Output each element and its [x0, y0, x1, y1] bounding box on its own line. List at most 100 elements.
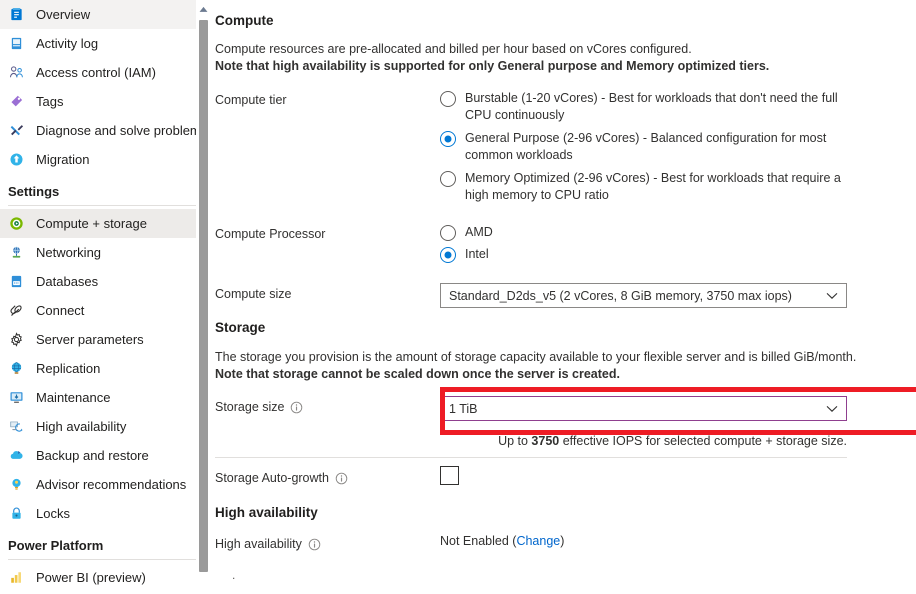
compute-tier-label-text: Compute tier — [215, 93, 287, 107]
sidebar-item-label: Power BI (preview) — [36, 569, 146, 585]
section-divider — [215, 457, 847, 458]
sidebar-item-label: Backup and restore — [36, 447, 149, 463]
sidebar-item-tags[interactable]: Tags — [0, 87, 210, 116]
high-availability-field-label: High availability — [215, 537, 321, 551]
storage-description-line1: The storage you provision is the amount … — [215, 350, 857, 364]
radio-processor-intel[interactable]: Intel — [440, 246, 489, 263]
iops-note-value: 3750 — [531, 434, 560, 448]
sidebar-item-migration[interactable]: Migration — [0, 145, 210, 174]
radio-label: General Purpose (2-96 vCores) - Balanced… — [465, 131, 827, 162]
sidebar-item-label: Maintenance — [36, 389, 111, 405]
chevron-down-icon — [826, 292, 838, 300]
sidebar-item-power-bi[interactable]: Power BI (preview) — [0, 563, 210, 592]
sidebar-item-label: Advisor recommendations — [36, 476, 187, 492]
storage-section-heading: Storage — [215, 320, 266, 335]
radio-circle-icon[interactable] — [440, 91, 456, 107]
info-icon[interactable] — [290, 401, 303, 414]
sidebar-scrollbar[interactable] — [196, 0, 210, 594]
radio-circle-icon[interactable] — [440, 171, 456, 187]
paren-close: ) — [560, 534, 565, 548]
sidebar-item-connect[interactable]: Connect — [0, 296, 210, 325]
sidebar-item-activity-log[interactable]: Activity log — [0, 29, 210, 58]
radio-label: AMD — [465, 225, 493, 239]
sidebar-item-label: Replication — [36, 360, 101, 376]
sidebar-group-power-platform: Power Platform — [8, 538, 104, 553]
sidebar-item-backup-restore[interactable]: Backup and restore — [0, 441, 210, 470]
radio-processor-amd[interactable]: AMD — [440, 224, 493, 241]
compute-processor-label: Compute Processor — [215, 227, 325, 241]
compute-size-dropdown[interactable]: Standard_D2ds_v5 (2 vCores, 8 GiB memory… — [440, 283, 847, 308]
sidebar-item-label: Server parameters — [36, 331, 144, 347]
radio-circle-icon[interactable] — [440, 131, 456, 147]
locks-icon — [8, 506, 24, 522]
storage-size-dropdown[interactable]: 1 TiB — [440, 396, 847, 421]
sidebar-item-advisor-recommendations[interactable]: Advisor recommendations — [0, 470, 210, 499]
sidebar-item-compute-storage[interactable]: Compute + storage — [0, 209, 210, 238]
sidebar-item-high-availability[interactable]: High availability — [0, 412, 210, 441]
radio-compute-tier-burstable[interactable]: Burstable (1-20 vCores) - Best for workl… — [440, 90, 855, 124]
storage-autogrowth-checkbox[interactable] — [440, 466, 459, 485]
storage-size-label-text: Storage size — [215, 400, 285, 414]
info-icon[interactable] — [308, 538, 321, 551]
access-control-icon — [8, 65, 24, 81]
radio-circle-icon[interactable] — [440, 247, 456, 263]
radio-compute-tier-general-purpose[interactable]: General Purpose (2-96 vCores) - Balanced… — [440, 130, 855, 164]
sidebar-divider-power-platform — [8, 559, 198, 560]
radio-compute-tier-memory-optimized[interactable]: Memory Optimized (2-96 vCores) - Best fo… — [440, 170, 855, 204]
radio-label: Intel — [465, 247, 489, 261]
sidebar-item-label: Compute + storage — [36, 215, 147, 231]
azure-compute-storage-page: Overview Activity log Access control (IA… — [0, 0, 916, 594]
high-availability-section-heading: High availability — [215, 505, 318, 520]
maintenance-icon — [8, 390, 24, 406]
overview-icon — [8, 7, 24, 23]
iops-note: Up to 3750 effective IOPS for selected c… — [440, 434, 847, 448]
storage-description-line2: Note that storage cannot be scaled down … — [215, 367, 620, 381]
high-availability-status: Not Enabled (Change) — [440, 534, 564, 548]
networking-icon — [8, 245, 24, 261]
high-availability-status-text: Not Enabled — [440, 534, 509, 548]
radio-label: Memory Optimized (2-96 vCores) - Best fo… — [465, 171, 841, 202]
sidebar-item-label: Diagnose and solve problems — [36, 122, 208, 138]
advisor-icon — [8, 477, 24, 493]
sidebar-item-label: Access control (IAM) — [36, 64, 156, 80]
compute-description-line1: Compute resources are pre-allocated and … — [215, 42, 692, 56]
sidebar-item-locks[interactable]: Locks — [0, 499, 210, 528]
sidebar-item-label: Tags — [36, 93, 64, 109]
high-availability-icon — [8, 419, 24, 435]
sidebar-item-label: Migration — [36, 151, 90, 167]
diagnose-icon — [8, 123, 24, 139]
compute-description-line2: Note that high availability is supported… — [215, 59, 770, 73]
backup-restore-icon — [8, 448, 24, 464]
info-icon[interactable] — [335, 472, 348, 485]
sidebar-group-settings: Settings — [8, 184, 60, 199]
replication-icon — [8, 361, 24, 377]
sidebar-item-databases[interactable]: Databases — [0, 267, 210, 296]
sidebar-item-access-control[interactable]: Access control (IAM) — [0, 58, 210, 87]
radio-circle-icon[interactable] — [440, 225, 456, 241]
storage-autogrowth-label: Storage Auto-growth — [215, 471, 348, 485]
compute-size-value: Standard_D2ds_v5 (2 vCores, 8 GiB memory… — [449, 288, 792, 303]
sidebar-item-networking[interactable]: Networking — [0, 238, 210, 267]
chevron-down-icon — [826, 405, 838, 413]
compute-processor-label-text: Compute Processor — [215, 227, 326, 241]
scroll-up-arrow-icon[interactable] — [196, 2, 210, 16]
sidebar-item-overview[interactable]: Overview — [0, 0, 210, 29]
sidebar-item-label: Locks — [36, 505, 70, 521]
iops-note-suffix: effective IOPS for selected compute + st… — [559, 434, 847, 448]
compute-section-heading: Compute — [215, 13, 274, 28]
sidebar-item-maintenance[interactable]: Maintenance — [0, 383, 210, 412]
compute-size-label: Compute size — [215, 287, 291, 301]
sidebar-item-server-parameters[interactable]: Server parameters — [0, 325, 210, 354]
sidebar-item-label: Connect — [36, 302, 85, 318]
sidebar-item-diagnose[interactable]: Diagnose and solve problems — [0, 116, 210, 145]
scrollbar-thumb[interactable] — [199, 20, 208, 572]
sidebar-item-replication[interactable]: Replication — [0, 354, 210, 383]
radio-label: Burstable (1-20 vCores) - Best for workl… — [465, 91, 838, 122]
connect-icon — [8, 303, 24, 319]
compute-tier-label: Compute tier — [215, 93, 287, 107]
resource-menu-sidebar: Overview Activity log Access control (IA… — [0, 0, 210, 594]
compute-storage-icon — [8, 216, 24, 232]
tags-icon — [8, 94, 24, 110]
high-availability-change-link[interactable]: Change — [516, 534, 560, 548]
migration-icon — [8, 152, 24, 168]
